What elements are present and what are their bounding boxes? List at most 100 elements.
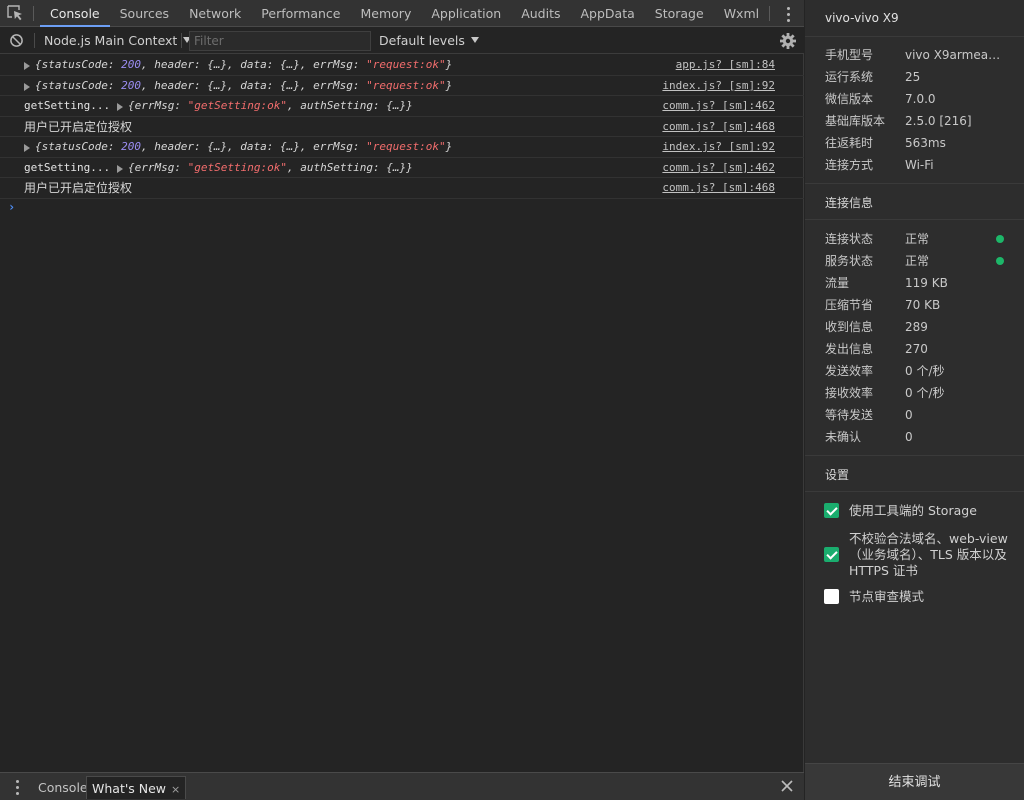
divider	[805, 219, 1024, 220]
divider	[805, 491, 1024, 492]
console-object[interactable]: {statusCode: 200, header: {…}, data: {…}…	[35, 76, 452, 96]
status-dot-icon	[996, 235, 1004, 243]
info-row: 未确认 0	[825, 426, 1015, 448]
info-key: 手机型号	[825, 48, 874, 62]
clear-console-icon[interactable]	[9, 33, 24, 48]
info-value: 563ms	[905, 136, 946, 150]
errmsg-value: "getSetting:ok"	[187, 160, 287, 174]
source-link[interactable]: comm.js? [sm]:462	[662, 158, 775, 178]
tab-network[interactable]: Network	[179, 0, 251, 27]
drawer-tab-whats-new[interactable]: What's New ×	[86, 776, 187, 799]
device-title: vivo-vivo X9	[825, 11, 899, 25]
info-value: 7.0.0	[905, 92, 936, 106]
setting-label[interactable]: 使用工具端的 Storage	[849, 503, 1009, 519]
drawer-tab-console[interactable]: Console	[33, 776, 93, 799]
source-link[interactable]: comm.js? [sm]:468	[662, 117, 775, 137]
tab-memory[interactable]: Memory	[351, 0, 422, 27]
errmsg-value: "request:ok"	[366, 58, 446, 71]
prompt-caret-icon: ›	[8, 199, 16, 214]
info-row: 收到信息 289	[825, 316, 1015, 338]
object-token: {statusCode:	[35, 140, 122, 153]
tab-wxml[interactable]: Wxml	[714, 0, 769, 27]
tab-audits[interactable]: Audits	[511, 0, 570, 27]
info-value: 0	[905, 408, 913, 422]
tab-appdata[interactable]: AppData	[570, 0, 644, 27]
tabbar-divider	[769, 6, 770, 21]
expand-arrow-icon[interactable]	[117, 164, 123, 173]
errmsg-value: "request:ok"	[366, 140, 446, 153]
object-token: {statusCode:	[35, 58, 122, 71]
setting-checkbox[interactable]	[824, 589, 839, 604]
setting-label[interactable]: 不校验合法域名、web-view（业务域名）、TLS 版本以及 HTTPS 证书	[849, 531, 1009, 579]
status-code-value: 200	[121, 78, 141, 92]
status-code-value: 200	[121, 58, 141, 71]
errmsg-value: "getSetting:ok"	[187, 99, 287, 112]
tab-console[interactable]: Console	[40, 0, 110, 27]
setting-label[interactable]: 节点审查模式	[849, 589, 1009, 605]
expand-arrow-icon[interactable]	[117, 103, 123, 111]
info-row: 接收效率 0 个/秒	[825, 382, 1015, 404]
filter-input[interactable]	[189, 31, 371, 51]
console-row: {statusCode: 200, header: {…}, data: {…}…	[0, 55, 804, 76]
object-token: {errMsg:	[128, 99, 188, 112]
console-object[interactable]: {errMsg: "getSetting:ok", authSetting: {…	[128, 158, 413, 178]
console-row: {statusCode: 200, header: {…}, data: {…}…	[0, 137, 804, 158]
info-row: 发送效率 0 个/秒	[825, 360, 1015, 382]
object-token: }	[445, 140, 453, 153]
devtools-tab-list: Console Sources Network Performance Memory Ap…	[40, 0, 769, 27]
tab-application[interactable]: Application	[421, 0, 511, 27]
object-token: , header: {…}, data: {…}, errMsg:	[140, 140, 367, 153]
console-toolbar: Node.js Main Context Default levels	[0, 27, 804, 54]
source-link[interactable]: comm.js? [sm]:462	[662, 96, 775, 116]
console-row: 用户已开启定位授权 comm.js? [sm]:468	[0, 117, 804, 137]
info-key: 等待发送	[825, 408, 874, 422]
drawer-menu-icon[interactable]	[8, 778, 26, 796]
info-key: 压缩节省	[825, 298, 874, 312]
status-code-value: 200	[121, 140, 141, 153]
source-link[interactable]: index.js? [sm]:92	[662, 76, 775, 96]
info-value: vivo X9armeabi-...	[905, 48, 1005, 62]
info-value: 119 KB	[905, 276, 948, 290]
more-options-icon[interactable]	[779, 5, 797, 23]
info-value: 正常	[905, 232, 930, 246]
context-label: Node.js Main Context	[44, 33, 178, 48]
end-debug-button[interactable]: 结束调试	[805, 763, 1024, 800]
drawer-tab-label: What's New	[92, 781, 167, 796]
console-object[interactable]: {statusCode: 200, header: {…}, data: {…}…	[35, 55, 452, 75]
divider	[805, 36, 1024, 37]
info-key: 收到信息	[825, 320, 874, 334]
tab-sources[interactable]: Sources	[110, 0, 179, 27]
setting-checkbox[interactable]	[824, 503, 839, 518]
console-row: getSetting... {errMsg: "getSetting:ok", a…	[0, 158, 804, 178]
info-value: 0	[905, 430, 913, 444]
tab-storage[interactable]: Storage	[645, 0, 714, 27]
console-object[interactable]: {statusCode: 200, header: {…}, data: {…}…	[35, 137, 452, 157]
info-key: 发出信息	[825, 342, 874, 356]
context-selector[interactable]: Node.js Main Context	[44, 27, 192, 54]
expand-arrow-icon[interactable]	[24, 144, 30, 152]
object-token: }	[445, 78, 453, 92]
divider	[805, 183, 1024, 184]
inspect-element-icon[interactable]	[6, 4, 26, 23]
source-link[interactable]: index.js? [sm]:92	[662, 137, 775, 157]
close-tab-icon[interactable]: ×	[171, 783, 180, 796]
toolbar-divider	[181, 33, 182, 48]
info-row: 往返耗时 563ms	[825, 132, 1015, 154]
source-link[interactable]: app.js? [sm]:84	[676, 55, 775, 75]
info-key: 往返耗时	[825, 136, 874, 150]
log-levels-selector[interactable]: Default levels	[379, 27, 479, 54]
console-object[interactable]: {errMsg: "getSetting:ok", authSetting: {…	[128, 96, 413, 116]
chevron-down-icon	[470, 37, 479, 43]
info-value: 0 个/秒	[905, 364, 945, 378]
info-value: 25	[905, 70, 921, 84]
setting-checkbox[interactable]	[824, 547, 839, 562]
info-value: 289	[905, 320, 928, 334]
expand-arrow-icon[interactable]	[24, 82, 30, 91]
expand-arrow-icon[interactable]	[24, 62, 30, 70]
console-prompt[interactable]: ›	[0, 199, 804, 219]
source-link[interactable]: comm.js? [sm]:468	[662, 178, 775, 198]
gear-icon[interactable]	[779, 32, 797, 50]
tab-performance[interactable]: Performance	[251, 0, 350, 27]
info-row: 基础库版本 2.5.0 [216]	[825, 110, 1015, 132]
close-drawer-icon[interactable]	[780, 779, 794, 793]
